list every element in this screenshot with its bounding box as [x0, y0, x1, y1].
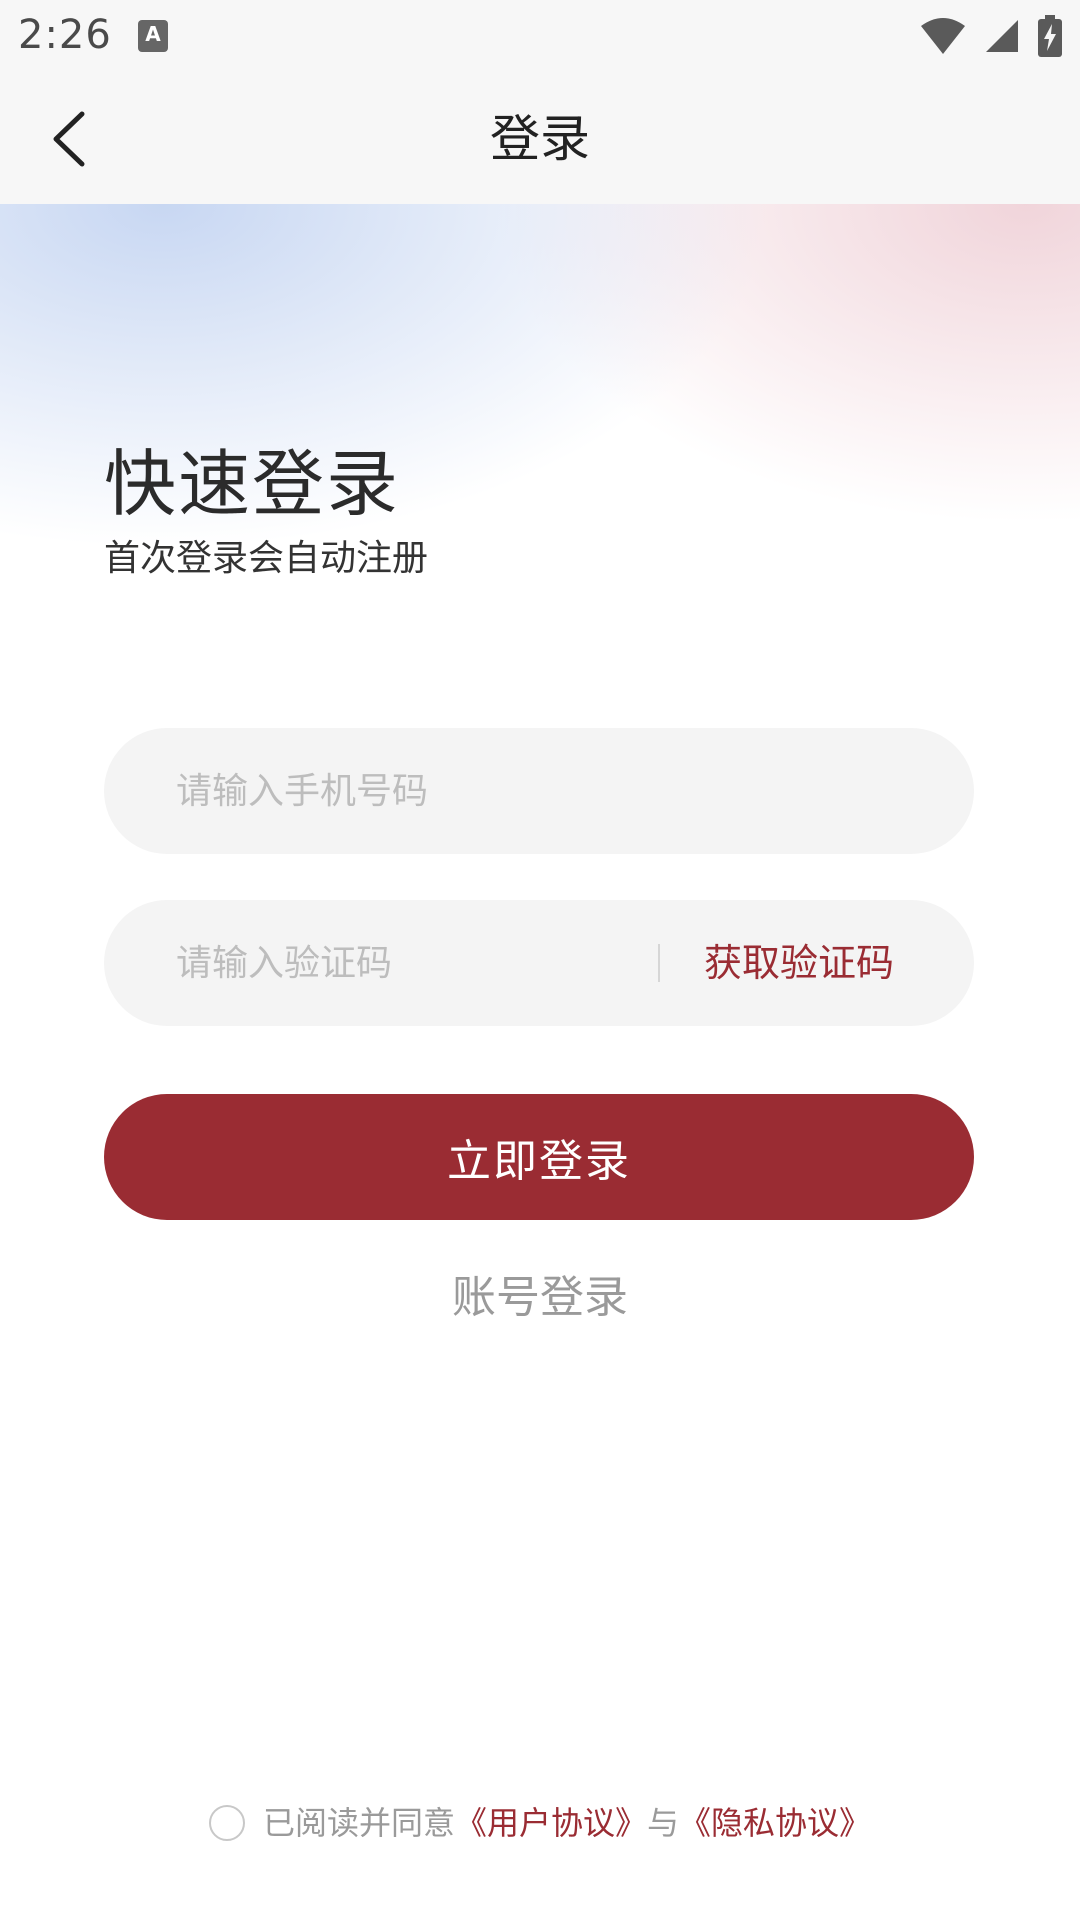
agreement-prefix: 已阅读并同意 [262, 1804, 455, 1842]
get-code-button[interactable]: 获取验证码 [704, 900, 894, 1026]
phone-input[interactable] [176, 728, 936, 854]
phone-field [104, 728, 974, 854]
agreement-connector: 与 [647, 1804, 680, 1842]
battery-charging-icon [1038, 15, 1062, 57]
signal-icon [986, 20, 1018, 52]
status-icons [920, 14, 1062, 58]
wifi-icon [921, 18, 965, 54]
nav-bar: 登录 [0, 74, 1080, 204]
agreement-row: 已阅读并同意 《用户协议》 与 《隐私协议》 [0, 1800, 1080, 1846]
user-agreement-link[interactable]: 《用户协议》 [455, 1800, 647, 1846]
account-login-row: 账号登录 [0, 1268, 1080, 1328]
agreement-checkbox[interactable] [208, 1805, 245, 1841]
hero-title: 快速登录 [104, 442, 401, 526]
notification-a-icon: A [138, 20, 168, 52]
page-title: 登录 [490, 110, 590, 168]
code-field: 获取验证码 [104, 900, 974, 1026]
status-bar: 2:26 A [0, 0, 1080, 74]
status-time: 2:26 [18, 12, 112, 58]
account-login-link[interactable]: 账号登录 [452, 1272, 628, 1323]
login-button[interactable]: 立即登录 [104, 1094, 974, 1220]
code-input[interactable] [176, 900, 636, 1026]
privacy-agreement-link[interactable]: 《隐私协议》 [679, 1800, 871, 1846]
code-divider [658, 944, 660, 982]
hero-subtitle: 首次登录会自动注册 [104, 538, 429, 579]
